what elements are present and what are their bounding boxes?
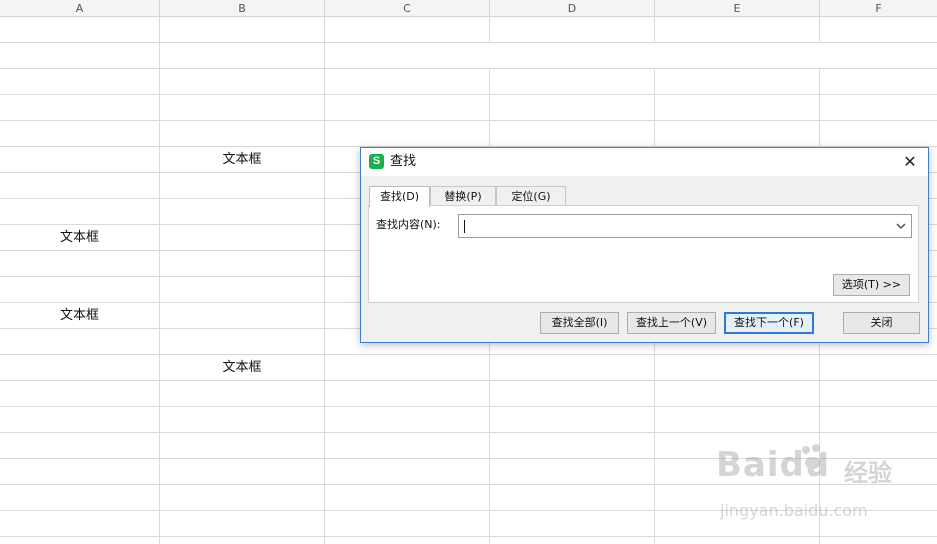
cell-b14[interactable]: 文本框: [160, 355, 324, 381]
find-all-button[interactable]: 查找全部(I): [540, 312, 619, 334]
column-header-label: B: [238, 2, 246, 15]
text-caret: [464, 220, 465, 233]
tab-replace[interactable]: 替换(P): [430, 186, 496, 206]
column-header-b[interactable]: B: [160, 0, 325, 17]
column-header-label: D: [567, 2, 577, 15]
column-header-f[interactable]: F: [820, 0, 937, 17]
grid-line: [0, 380, 937, 381]
dialog-titlebar[interactable]: S 查找 ✕: [361, 148, 928, 176]
column-header-c[interactable]: C: [325, 0, 490, 17]
tab-goto[interactable]: 定位(G): [496, 186, 566, 206]
watermark-url: jingyan.baidu.com: [720, 501, 868, 520]
column-header-a[interactable]: A: [0, 0, 160, 17]
close-button[interactable]: 关闭: [843, 312, 920, 334]
options-button[interactable]: 选项(T) >>: [833, 274, 910, 296]
grid-line: [0, 536, 937, 537]
grid-line: [324, 17, 325, 544]
grid-line: [159, 17, 160, 544]
column-header-label: C: [403, 2, 411, 15]
cell-a9[interactable]: 文本框: [0, 225, 159, 251]
column-header-label: F: [875, 2, 882, 15]
spreadsheet-window: A B C D E F 文本框 文本框 文本框 文本框 S 查找 ✕ 查找(D)…: [0, 0, 937, 544]
wps-app-icon: S: [369, 154, 384, 169]
chevron-down-icon[interactable]: [895, 220, 907, 232]
find-content-label: 查找内容(N):: [376, 218, 441, 231]
grid-line: [0, 432, 937, 433]
cell-b6[interactable]: 文本框: [160, 147, 324, 173]
cell-a12[interactable]: 文本框: [0, 303, 159, 329]
grid-line: [0, 68, 937, 69]
paw-icon: [802, 444, 827, 469]
column-header-label: A: [75, 2, 84, 15]
close-icon[interactable]: ✕: [900, 152, 920, 172]
grid-line: [0, 406, 937, 407]
column-header-e[interactable]: E: [655, 0, 820, 17]
baidu-jingyan-watermark: Baidu 经验 jingyan.baidu.com: [716, 444, 916, 530]
tab-find[interactable]: 查找(D): [369, 186, 430, 207]
find-content-input[interactable]: [458, 214, 912, 238]
column-header-row: A B C D E F: [0, 0, 937, 17]
find-panel: 查找内容(N): 选项(T) >>: [368, 205, 919, 303]
find-next-button[interactable]: 查找下一个(F): [724, 312, 814, 334]
dialog-title: 查找: [390, 154, 417, 169]
grid-line: [0, 94, 937, 95]
watermark-jingyan: 经验: [844, 459, 892, 487]
column-header-d[interactable]: D: [490, 0, 655, 17]
column-header-label: E: [733, 2, 741, 15]
merged-cell[interactable]: [325, 43, 937, 68]
grid-line: [0, 354, 937, 355]
find-dialog: S 查找 ✕ 查找(D) 替换(P) 定位(G) 查找内容(N): 选项(T) …: [360, 147, 929, 343]
grid-line: [0, 120, 937, 121]
find-previous-button[interactable]: 查找上一个(V): [627, 312, 716, 334]
